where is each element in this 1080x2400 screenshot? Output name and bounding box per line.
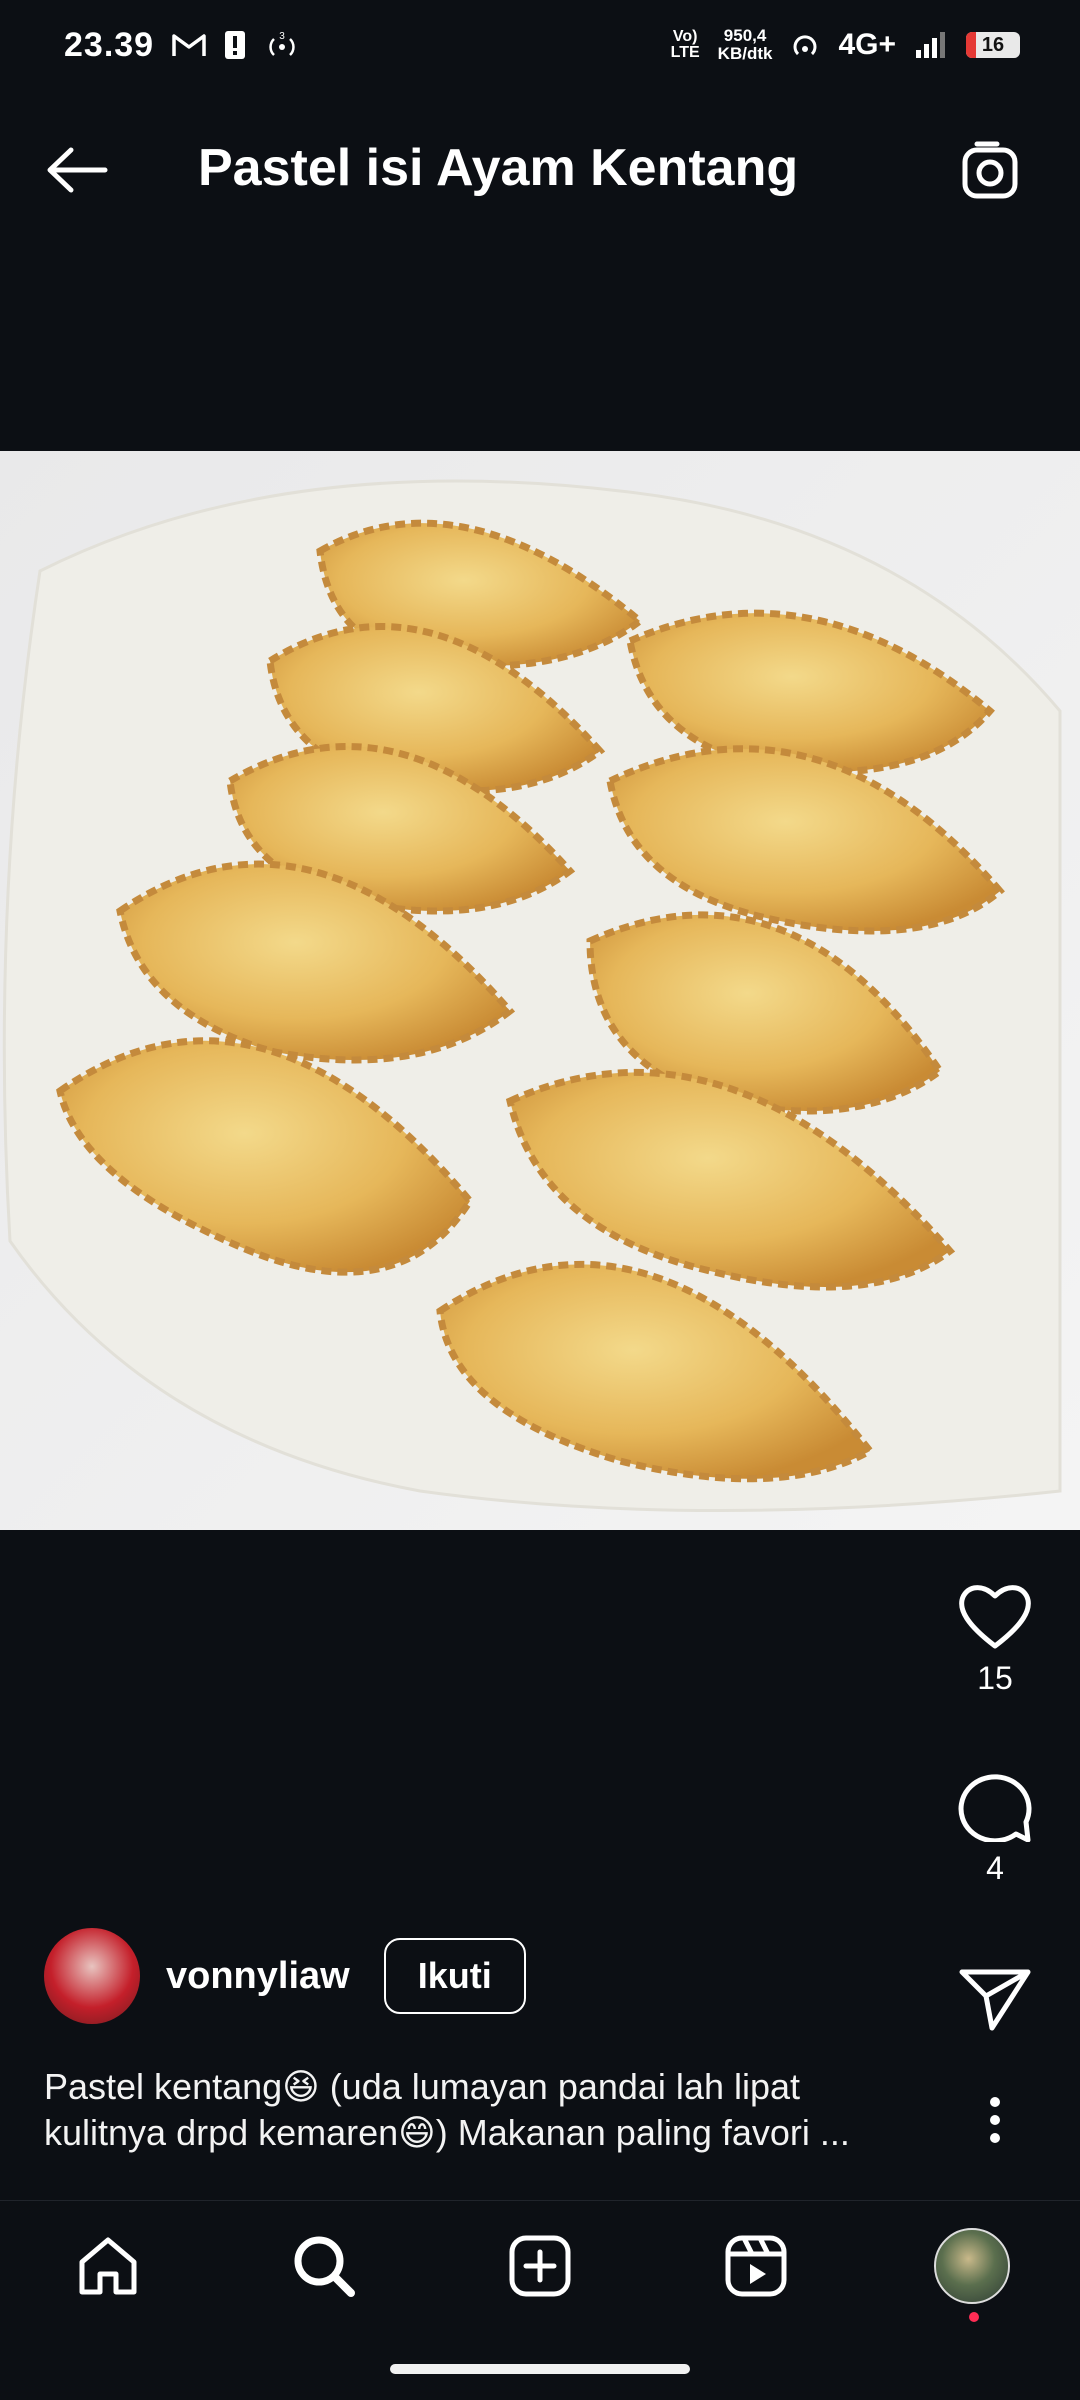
nav-home[interactable] (58, 2216, 158, 2316)
camera-icon (962, 141, 1018, 199)
caption-line-1: Pastel kentang😆 (uda lumayan pandai lah … (44, 2066, 801, 2107)
home-indicator[interactable] (390, 2364, 690, 2374)
hotspot-icon: 3 (264, 30, 300, 60)
heart-icon[interactable] (956, 1580, 1034, 1652)
author-row: vonnyliaw Ikuti (44, 1926, 924, 2026)
alert-icon (224, 30, 246, 60)
post-caption[interactable]: Pastel kentang😆 (uda lumayan pandai lah … (44, 2064, 944, 2156)
profile-avatar (934, 2228, 1010, 2304)
reels-icon (725, 2235, 787, 2297)
notification-dot (969, 2312, 979, 2322)
top-bar: Pastel isi Ayam Kentang (0, 110, 1080, 230)
back-arrow-icon (47, 147, 108, 193)
nav-reels[interactable] (706, 2216, 806, 2316)
nav-create[interactable] (490, 2216, 590, 2316)
svg-text:3: 3 (279, 31, 285, 42)
author-avatar[interactable] (44, 1928, 140, 2024)
camera-button[interactable] (955, 138, 1027, 202)
search-icon (294, 2236, 355, 2297)
status-right: Vo) LTE 950,4 KB/dtk 4G+ 16 (671, 27, 1020, 63)
comment-action: 4 (940, 1768, 1050, 1887)
comment-icon[interactable] (956, 1768, 1034, 1842)
back-button[interactable] (42, 140, 112, 200)
wireless-icon (790, 30, 820, 60)
follow-button[interactable]: Ikuti (383, 1938, 526, 2014)
network-speed: 950,4 KB/dtk (717, 26, 773, 63)
comment-count: 4 (986, 1850, 1004, 1886)
bottom-nav (0, 2200, 1080, 2331)
signal-icon (914, 30, 948, 60)
nav-profile[interactable] (922, 2216, 1022, 2322)
like-action: 15 (940, 1580, 1050, 1697)
more-options-button[interactable] (960, 2085, 1030, 2155)
gmail-icon (172, 32, 206, 58)
status-bar: 23.39 3 Vo) LTE 950,4 KB/dtk 4G+ 16 (0, 0, 1080, 90)
status-left: 23.39 3 (64, 26, 300, 65)
battery-icon: 16 (966, 32, 1020, 58)
pastel-photo (0, 451, 1080, 1530)
like-count: 15 (977, 1660, 1013, 1696)
status-time: 23.39 (64, 25, 155, 64)
caption-line-2: kulitnya drpd kemaren😄) Makanan paling f… (44, 2112, 850, 2153)
post-image[interactable] (0, 451, 1080, 1530)
share-action (940, 1966, 1050, 2032)
network-type: 4G+ (838, 28, 896, 61)
create-icon (509, 2235, 571, 2297)
page-title: Pastel isi Ayam Kentang (198, 139, 799, 197)
more-vertical-icon (990, 2097, 1000, 2143)
nav-search[interactable] (274, 2216, 374, 2316)
home-icon (79, 2237, 137, 2295)
send-icon[interactable] (958, 1966, 1032, 2032)
volte-indicator: Vo) LTE (670, 28, 700, 61)
author-username[interactable]: vonnyliaw (166, 1955, 350, 1998)
